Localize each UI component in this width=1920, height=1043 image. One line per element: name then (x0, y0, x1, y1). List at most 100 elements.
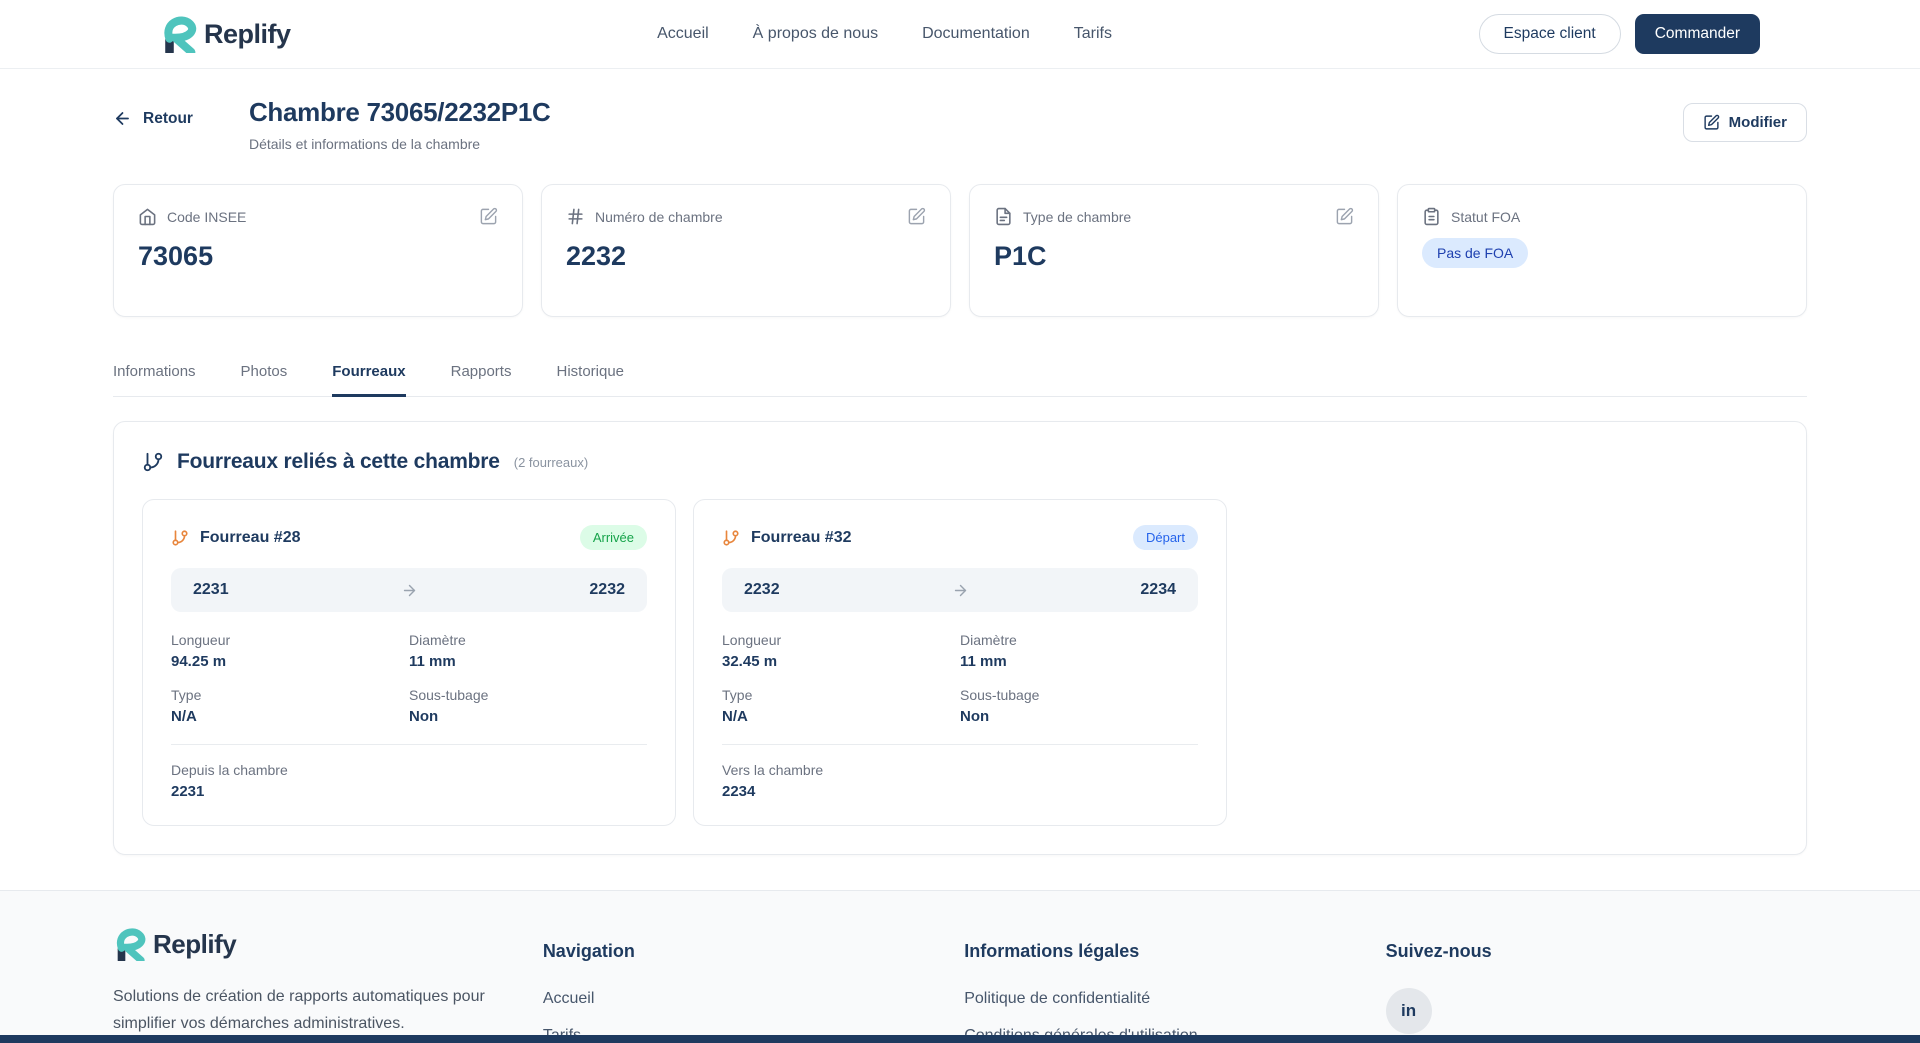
git-branch-icon (722, 529, 740, 547)
footer-heading: Informations légales (964, 941, 1385, 962)
replify-footer-logo[interactable]: Replify (113, 927, 543, 961)
replify-logo-icon (113, 927, 147, 961)
linkedin-icon[interactable]: in (1386, 988, 1432, 1034)
back-label: Retour (143, 110, 193, 128)
info-cards: Code INSEE 73065 Numéro de ch (113, 184, 1807, 317)
nav-link-accueil[interactable]: Accueil (657, 25, 709, 43)
nav-link-documentation[interactable]: Documentation (922, 25, 1030, 43)
panel-header: Fourreaux reliés à cette chambre (2 four… (142, 450, 1778, 474)
file-icon (994, 207, 1013, 226)
fourreau-card-28: Fourreau #28 Arrivée 2231 2232 Longueur (142, 499, 676, 826)
tab-informations[interactable]: Informations (113, 363, 196, 397)
edit-icon[interactable] (1335, 207, 1354, 226)
clipboard-icon (1422, 207, 1441, 226)
route-bar: 2231 2232 (171, 568, 647, 612)
arrow-left-icon (113, 109, 132, 128)
divider (171, 744, 647, 745)
espace-client-button[interactable]: Espace client (1479, 14, 1621, 54)
direction-badge: Arrivée (580, 525, 647, 550)
fourreau-name: Fourreau #28 (200, 529, 300, 547)
card-numero-chambre: Numéro de chambre 2232 (541, 184, 951, 317)
fourreau-fields: Longueur 32.45 m Diamètre 11 mm Type N/A… (722, 632, 1198, 725)
fourreau-name: Fourreau #32 (751, 529, 851, 547)
panel-title: Fourreaux reliés à cette chambre (177, 450, 500, 474)
fourreaux-list: Fourreau #28 Arrivée 2231 2232 Longueur (142, 499, 1778, 826)
chamber-detail-page: Retour Chambre 73065/2232P1C Détails et … (0, 69, 1920, 855)
footer-description: Solutions de création de rapports automa… (113, 983, 543, 1037)
modify-label: Modifier (1729, 114, 1787, 131)
fourreau-card-32: Fourreau #32 Départ 2232 2234 Longueur (693, 499, 1227, 826)
page-subtitle: Détails et informations de la chambre (249, 136, 551, 152)
card-value: P1C (994, 241, 1354, 272)
footer-link-confidentialite[interactable]: Politique de confidentialité (964, 990, 1150, 1007)
field-type: Type N/A (722, 687, 960, 725)
page-title: Chambre 73065/2232P1C (249, 97, 551, 128)
field-sous-tubage: Sous-tubage Non (960, 687, 1198, 725)
card-label: Code INSEE (167, 209, 246, 225)
site-footer: Replify Solutions de création de rapport… (0, 890, 1920, 1043)
brand-name: Replify (204, 19, 291, 50)
footer-brand-column: Replify Solutions de création de rapport… (113, 927, 543, 1043)
footer-heading: Suivez-nous (1386, 941, 1807, 962)
footer-social-column: Suivez-nous in (1386, 927, 1807, 1043)
field-depuis-la-chambre: Depuis la chambre 2231 (171, 762, 647, 800)
tab-rapports[interactable]: Rapports (451, 363, 512, 397)
field-longueur: Longueur 32.45 m (722, 632, 960, 670)
footer-link-accueil[interactable]: Accueil (543, 990, 595, 1007)
brand-name: Replify (153, 929, 236, 960)
tab-historique[interactable]: Historique (556, 363, 624, 397)
fourreaux-panel: Fourreaux reliés à cette chambre (2 four… (113, 421, 1807, 855)
card-label: Statut FOA (1451, 209, 1520, 225)
hash-icon (566, 207, 585, 226)
tab-photos[interactable]: Photos (241, 363, 288, 397)
card-type-chambre: Type de chambre P1C (969, 184, 1379, 317)
route-to: 2232 (589, 581, 625, 599)
card-label: Numéro de chambre (595, 209, 723, 225)
footer-navigation-column: Navigation Accueil Tarifs (543, 927, 964, 1043)
tab-bar: Informations Photos Fourreaux Rapports H… (113, 363, 1807, 397)
card-code-insee: Code INSEE 73065 (113, 184, 523, 317)
route-to: 2234 (1140, 581, 1176, 599)
top-navigation-bar: Replify Accueil À propos de nous Documen… (0, 0, 1920, 69)
git-branch-icon (171, 529, 189, 547)
arrow-right-icon (952, 582, 969, 599)
edit-icon[interactable] (907, 207, 926, 226)
page-title-row: Retour Chambre 73065/2232P1C Détails et … (113, 69, 1807, 152)
replify-logo-icon (160, 15, 198, 53)
field-longueur: Longueur 94.25 m (171, 632, 409, 670)
route-bar: 2232 2234 (722, 568, 1198, 612)
back-button[interactable]: Retour (113, 109, 193, 128)
route-from: 2231 (193, 581, 229, 599)
tab-fourreaux[interactable]: Fourreaux (332, 363, 405, 397)
arrow-right-icon (401, 582, 418, 599)
footer-heading: Navigation (543, 941, 964, 962)
field-diametre: Diamètre 11 mm (960, 632, 1198, 670)
home-icon (138, 207, 157, 226)
card-value: 2232 (566, 241, 926, 272)
divider (722, 744, 1198, 745)
nav-link-a-propos[interactable]: À propos de nous (753, 25, 878, 43)
field-vers-la-chambre: Vers la chambre 2234 (722, 762, 1198, 800)
field-sous-tubage: Sous-tubage Non (409, 687, 647, 725)
card-label: Type de chambre (1023, 209, 1131, 225)
commander-button[interactable]: Commander (1635, 14, 1760, 54)
field-diametre: Diamètre 11 mm (409, 632, 647, 670)
replify-logo[interactable]: Replify (160, 15, 291, 53)
title-block: Chambre 73065/2232P1C Détails et informa… (249, 97, 551, 152)
card-statut-foa: Statut FOA Pas de FOA (1397, 184, 1807, 317)
edit-icon[interactable] (479, 207, 498, 226)
footer-legal-column: Informations légales Politique de confid… (964, 927, 1385, 1043)
fourreaux-count: (2 fourreaux) (514, 455, 588, 470)
nav-link-tarifs[interactable]: Tarifs (1074, 25, 1112, 43)
header-actions: Espace client Commander (1479, 14, 1760, 54)
route-from: 2232 (744, 581, 780, 599)
modify-button[interactable]: Modifier (1683, 103, 1807, 142)
git-branch-icon (142, 451, 164, 473)
field-type: Type N/A (171, 687, 409, 725)
edit-icon (1703, 114, 1720, 131)
main-nav: Accueil À propos de nous Documentation T… (291, 25, 1479, 43)
foa-status-badge: Pas de FOA (1422, 238, 1528, 268)
fourreau-fields: Longueur 94.25 m Diamètre 11 mm Type N/A… (171, 632, 647, 725)
card-value: 73065 (138, 241, 498, 272)
bottom-accent-bar (0, 1035, 1920, 1043)
